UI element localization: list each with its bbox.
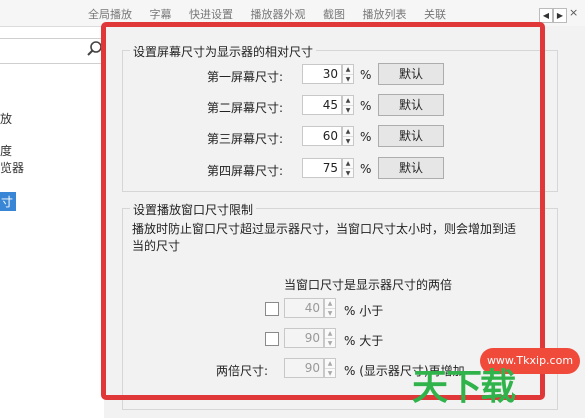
settings-sidebar: 放 度 览器 寸 <box>0 66 105 418</box>
tab-item[interactable]: 截图 <box>323 8 345 21</box>
tab-item[interactable]: 快进设置 <box>189 8 233 21</box>
sidebar-item-selected[interactable]: 寸 <box>0 192 17 211</box>
tab-scroll-buttons: ◀ ▶ <box>539 8 567 23</box>
highlight-frame <box>101 22 545 400</box>
tab-item[interactable]: 关联 <box>424 8 446 21</box>
tab-strip: 全局播放 字幕 快进设置 播放器外观 截图 播放列表 关联 <box>88 6 538 22</box>
watermark-logo: 天下载 <box>412 367 516 408</box>
tab-item[interactable]: 播放器外观 <box>251 8 306 21</box>
sidebar-item[interactable]: 览器 <box>0 159 24 176</box>
tab-item[interactable]: 全局播放 <box>88 8 132 21</box>
sidebar-item[interactable]: 度 <box>0 142 12 159</box>
tab-item[interactable]: 播放列表 <box>363 8 407 21</box>
tab-item[interactable]: 字幕 <box>150 8 172 21</box>
scroll-left-icon[interactable]: ◀ <box>539 8 553 23</box>
close-icon[interactable]: × <box>569 6 581 20</box>
scroll-right-icon[interactable]: ▶ <box>553 8 567 23</box>
sidebar-item[interactable]: 放 <box>0 110 12 127</box>
